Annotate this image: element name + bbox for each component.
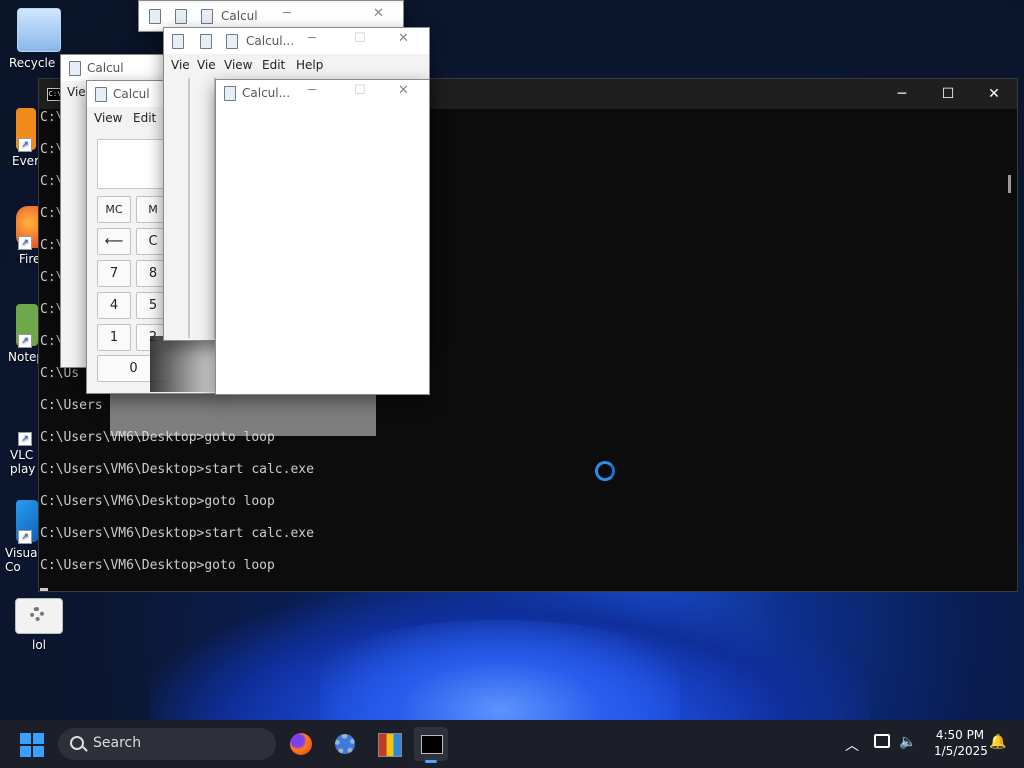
- minimize-button[interactable]: ─: [283, 6, 291, 21]
- console-line: C:\Users\VM6\Desktop>start calc.exe: [40, 462, 314, 477]
- calculator-app-icon: [224, 86, 236, 101]
- calculator-app-icon: [69, 61, 81, 76]
- key-backspace[interactable]: ⟵: [97, 228, 131, 255]
- console-line: C:\Users\VM6\Desktop>goto loop: [40, 558, 275, 573]
- console-line: C:\Users\VM6\Desktop>goto loop: [40, 494, 275, 509]
- notepad-icon: ↗: [16, 304, 38, 348]
- window-edge: [188, 78, 190, 338]
- close-button[interactable]: ✕: [398, 31, 409, 46]
- vlc-icon: ↗: [16, 402, 38, 446]
- menu-view[interactable]: Vie: [171, 58, 190, 72]
- settings-file-icon: [15, 598, 63, 634]
- clock[interactable]: 4:50 PM 1/5/2025: [934, 728, 988, 758]
- settings-gear-icon: [335, 734, 355, 754]
- firefox-icon: [290, 733, 312, 755]
- menu-help[interactable]: Help: [296, 58, 323, 72]
- calculator-app-icon: [95, 87, 107, 102]
- shortcut-arrow-icon: ↗: [18, 530, 32, 544]
- taskbar-app-terminal[interactable]: [414, 727, 448, 763]
- calculator-titlebar[interactable]: Calcul: [61, 55, 171, 81]
- console-line: C:\Users\VM6\Desktop>start calc.exe: [40, 526, 314, 541]
- minimize-button[interactable]: ─: [308, 31, 316, 46]
- menu-view[interactable]: Vie: [197, 58, 216, 72]
- wallpaper-bloom-highlight: [320, 620, 680, 720]
- shortcut-arrow-icon: ↗: [18, 236, 32, 250]
- key-7[interactable]: 7: [97, 260, 131, 287]
- desktop-icon-lol[interactable]: lol: [2, 598, 76, 652]
- close-button[interactable]: ✕: [398, 83, 409, 98]
- calculator-app-icon: [201, 9, 213, 24]
- maximize-button[interactable]: ☐: [354, 31, 366, 46]
- firefox-icon: ↗: [16, 206, 38, 250]
- desktop-icon-label: lol: [31, 638, 46, 652]
- shortcut-arrow-icon: ↗: [18, 334, 32, 348]
- start-button[interactable]: [20, 733, 44, 757]
- calculator-titlebar[interactable]: Calcul... ─ ☐ ✕: [164, 28, 429, 54]
- taskbar-app-winrar[interactable]: [372, 727, 406, 761]
- gear-icon: [30, 607, 44, 621]
- menu-edit[interactable]: Edit: [262, 58, 285, 72]
- calculator-titlebar[interactable]: Calcul... ─ ☐ ✕: [216, 80, 429, 106]
- calculator-app-icon: [175, 9, 187, 24]
- search-icon: [70, 736, 84, 750]
- everything-icon: ↗: [16, 108, 36, 152]
- window-title: Calcul: [221, 9, 258, 23]
- speaker-icon[interactable]: 🔈: [899, 734, 916, 750]
- vscode-icon: ↗: [16, 500, 38, 544]
- window-trail: [110, 392, 376, 436]
- bell-icon[interactable]: 🔔: [989, 734, 1006, 750]
- text-cursor: [40, 588, 48, 591]
- recycle-bin-icon: [17, 8, 61, 52]
- key-1[interactable]: 1: [97, 324, 131, 351]
- menu-view[interactable]: View: [94, 111, 122, 125]
- calculator-app-icon: [149, 9, 161, 24]
- minimize-button[interactable]: ─: [879, 79, 925, 109]
- taskbar: Search ︿ 🔈 4:50 PM 1/5/2025 🔔: [0, 720, 1024, 768]
- window-title: Calcul: [113, 87, 150, 101]
- menu-view[interactable]: View: [224, 58, 252, 72]
- maximize-button[interactable]: ☐: [354, 83, 366, 98]
- console-line: C:\Users: [40, 398, 103, 413]
- shortcut-arrow-icon: ↗: [18, 138, 32, 152]
- chevron-up-icon[interactable]: ︿: [845, 735, 859, 755]
- shortcut-arrow-icon: ↗: [18, 432, 32, 446]
- menu-edit[interactable]: Edit: [133, 111, 156, 125]
- minimize-button[interactable]: ─: [308, 83, 316, 98]
- taskbar-app-firefox[interactable]: [284, 727, 318, 761]
- taskbar-search[interactable]: Search: [58, 728, 276, 760]
- key-mc[interactable]: MC: [97, 196, 131, 223]
- clock-time: 4:50 PM: [935, 728, 985, 742]
- calculator-app-icon: [226, 34, 238, 49]
- maximize-button[interactable]: ☐: [925, 79, 971, 109]
- clock-date: 1/5/2025: [934, 744, 988, 758]
- calculator-app-icon: [172, 34, 184, 49]
- console-scrollbar-thumb[interactable]: [1008, 175, 1011, 193]
- calculator-titlebar[interactable]: Calcul ─ ✕: [139, 3, 403, 29]
- window-title: Calcul...: [246, 34, 295, 48]
- taskbar-app-settings[interactable]: [328, 727, 362, 761]
- key-4[interactable]: 4: [97, 292, 131, 319]
- active-indicator: [425, 760, 437, 763]
- window-shadow: [150, 336, 218, 392]
- network-icon[interactable]: [874, 734, 890, 748]
- loading-spinner-icon: [595, 461, 615, 481]
- search-label: Search: [93, 735, 142, 751]
- close-button[interactable]: ✕: [971, 79, 1017, 109]
- terminal-icon: [421, 735, 443, 754]
- close-button[interactable]: ✕: [373, 6, 384, 21]
- console-line: C:\Us: [40, 366, 80, 381]
- calculator-window[interactable]: Calcul... ─ ☐ ✕: [215, 79, 430, 395]
- window-title: Calcul...: [242, 86, 291, 100]
- calculator-app-icon: [200, 34, 212, 49]
- menu-view[interactable]: Vie: [67, 85, 86, 99]
- window-title: Calcul: [87, 61, 124, 75]
- winrar-icon: [378, 733, 402, 757]
